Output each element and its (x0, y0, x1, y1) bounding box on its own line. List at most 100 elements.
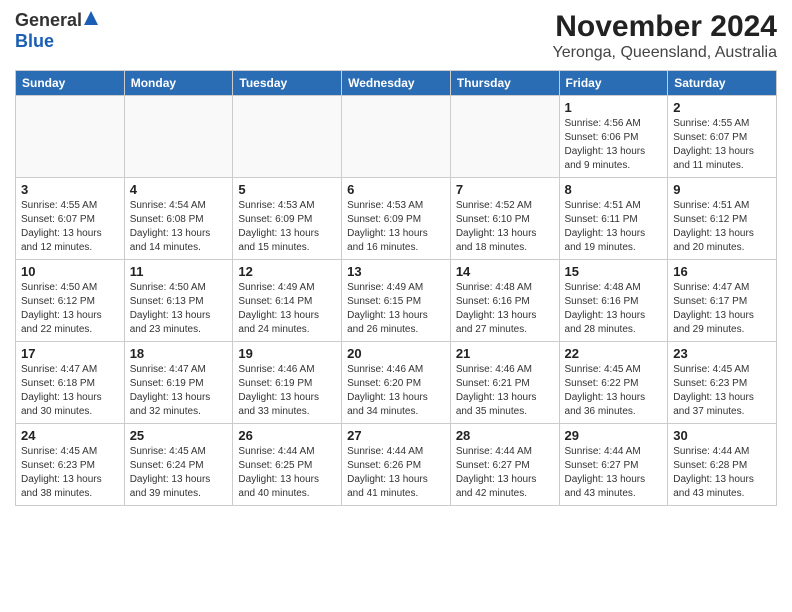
day-number: 3 (21, 182, 119, 197)
calendar-day-cell: 10 Sunrise: 4:50 AM Sunset: 6:12 PM Dayli… (16, 260, 125, 342)
day-number: 29 (565, 428, 663, 443)
calendar-week-row: 17 Sunrise: 4:47 AM Sunset: 6:18 PM Dayli… (16, 342, 777, 424)
day-detail: Sunrise: 4:50 AM Sunset: 6:12 PM Dayligh… (21, 281, 119, 337)
day-detail: Sunrise: 4:51 AM Sunset: 6:12 PM Dayligh… (673, 199, 771, 255)
header-friday: Friday (559, 71, 668, 96)
day-number: 26 (238, 428, 336, 443)
calendar-day-cell (16, 96, 125, 178)
day-detail: Sunrise: 4:45 AM Sunset: 6:24 PM Dayligh… (130, 445, 228, 501)
calendar-day-cell: 22 Sunrise: 4:45 AM Sunset: 6:22 PM Dayli… (559, 342, 668, 424)
day-detail: Sunrise: 4:49 AM Sunset: 6:15 PM Dayligh… (347, 281, 445, 337)
calendar-day-cell: 24Sunrise: 4:45 AM Sunset: 6:23 PM Dayli… (16, 424, 125, 506)
sub-title: Yeronga, Queensland, Australia (553, 44, 777, 62)
header-sunday: Sunday (16, 71, 125, 96)
day-number: 28 (456, 428, 554, 443)
day-detail: Sunrise: 4:55 AM Sunset: 6:07 PM Dayligh… (673, 117, 771, 173)
calendar-day-cell: 6Sunrise: 4:53 AM Sunset: 6:09 PM Daylig… (342, 178, 451, 260)
calendar-day-cell: 8Sunrise: 4:51 AM Sunset: 6:11 PM Daylig… (559, 178, 668, 260)
day-number: 23 (673, 346, 771, 361)
day-detail: Sunrise: 4:46 AM Sunset: 6:21 PM Dayligh… (456, 363, 554, 419)
day-detail: Sunrise: 4:47 AM Sunset: 6:19 PM Dayligh… (130, 363, 228, 419)
calendar-day-cell: 1Sunrise: 4:56 AM Sunset: 6:06 PM Daylig… (559, 96, 668, 178)
day-detail: Sunrise: 4:48 AM Sunset: 6:16 PM Dayligh… (565, 281, 663, 337)
calendar-day-cell: 2 Sunrise: 4:55 AM Sunset: 6:07 PM Daylig… (668, 96, 777, 178)
day-number: 13 (347, 264, 445, 279)
day-number: 27 (347, 428, 445, 443)
calendar-table: Sunday Monday Tuesday Wednesday Thursday… (15, 70, 777, 506)
logo-general: General (15, 10, 82, 31)
logo-blue: Blue (15, 31, 54, 51)
day-number: 25 (130, 428, 228, 443)
calendar-day-cell (450, 96, 559, 178)
calendar-day-cell (233, 96, 342, 178)
day-detail: Sunrise: 4:54 AM Sunset: 6:08 PM Dayligh… (130, 199, 228, 255)
header-wednesday: Wednesday (342, 71, 451, 96)
day-number: 14 (456, 264, 554, 279)
calendar-week-row: 24Sunrise: 4:45 AM Sunset: 6:23 PM Dayli… (16, 424, 777, 506)
day-number: 17 (21, 346, 119, 361)
day-detail: Sunrise: 4:53 AM Sunset: 6:09 PM Dayligh… (347, 199, 445, 255)
calendar-day-cell: 18 Sunrise: 4:47 AM Sunset: 6:19 PM Dayli… (124, 342, 233, 424)
calendar-day-cell: 28 Sunrise: 4:44 AM Sunset: 6:27 PM Dayli… (450, 424, 559, 506)
day-detail: Sunrise: 4:46 AM Sunset: 6:19 PM Dayligh… (238, 363, 336, 419)
main-title: November 2024 (553, 10, 777, 44)
header-monday: Monday (124, 71, 233, 96)
day-detail: Sunrise: 4:47 AM Sunset: 6:18 PM Dayligh… (21, 363, 119, 419)
day-number: 15 (565, 264, 663, 279)
day-detail: Sunrise: 4:52 AM Sunset: 6:10 PM Dayligh… (456, 199, 554, 255)
day-detail: Sunrise: 4:45 AM Sunset: 6:23 PM Dayligh… (673, 363, 771, 419)
day-number: 7 (456, 182, 554, 197)
page-header: General Blue November 2024 Yeronga, Quee… (15, 10, 777, 62)
day-number: 4 (130, 182, 228, 197)
day-detail: Sunrise: 4:50 AM Sunset: 6:13 PM Dayligh… (130, 281, 228, 337)
day-detail: Sunrise: 4:44 AM Sunset: 6:27 PM Dayligh… (565, 445, 663, 501)
day-detail: Sunrise: 4:48 AM Sunset: 6:16 PM Dayligh… (456, 281, 554, 337)
day-number: 16 (673, 264, 771, 279)
calendar-day-cell: 15 Sunrise: 4:48 AM Sunset: 6:16 PM Dayli… (559, 260, 668, 342)
header-saturday: Saturday (668, 71, 777, 96)
calendar-day-cell: 30 Sunrise: 4:44 AM Sunset: 6:28 PM Dayli… (668, 424, 777, 506)
day-number: 2 (673, 100, 771, 115)
day-number: 22 (565, 346, 663, 361)
day-detail: Sunrise: 4:46 AM Sunset: 6:20 PM Dayligh… (347, 363, 445, 419)
day-detail: Sunrise: 4:47 AM Sunset: 6:17 PM Dayligh… (673, 281, 771, 337)
calendar-week-row: 10 Sunrise: 4:50 AM Sunset: 6:12 PM Dayli… (16, 260, 777, 342)
calendar-day-cell: 20Sunrise: 4:46 AM Sunset: 6:20 PM Dayli… (342, 342, 451, 424)
calendar-day-cell: 29 Sunrise: 4:44 AM Sunset: 6:27 PM Dayli… (559, 424, 668, 506)
calendar-day-cell: 27 Sunrise: 4:44 AM Sunset: 6:26 PM Dayli… (342, 424, 451, 506)
day-number: 21 (456, 346, 554, 361)
calendar-day-cell: 23 Sunrise: 4:45 AM Sunset: 6:23 PM Dayli… (668, 342, 777, 424)
day-number: 11 (130, 264, 228, 279)
calendar-day-cell: 5Sunrise: 4:53 AM Sunset: 6:09 PM Daylig… (233, 178, 342, 260)
calendar-day-cell (124, 96, 233, 178)
calendar-day-cell: 21 Sunrise: 4:46 AM Sunset: 6:21 PM Dayli… (450, 342, 559, 424)
day-detail: Sunrise: 4:44 AM Sunset: 6:27 PM Dayligh… (456, 445, 554, 501)
day-number: 5 (238, 182, 336, 197)
day-number: 19 (238, 346, 336, 361)
day-detail: Sunrise: 4:44 AM Sunset: 6:26 PM Dayligh… (347, 445, 445, 501)
calendar-day-cell: 3Sunrise: 4:55 AM Sunset: 6:07 PM Daylig… (16, 178, 125, 260)
day-number: 9 (673, 182, 771, 197)
day-detail: Sunrise: 4:51 AM Sunset: 6:11 PM Dayligh… (565, 199, 663, 255)
header-tuesday: Tuesday (233, 71, 342, 96)
day-number: 10 (21, 264, 119, 279)
calendar-header-row: Sunday Monday Tuesday Wednesday Thursday… (16, 71, 777, 96)
day-number: 18 (130, 346, 228, 361)
day-detail: Sunrise: 4:44 AM Sunset: 6:28 PM Dayligh… (673, 445, 771, 501)
calendar-day-cell: 19 Sunrise: 4:46 AM Sunset: 6:19 PM Dayli… (233, 342, 342, 424)
day-number: 30 (673, 428, 771, 443)
calendar-day-cell: 26Sunrise: 4:44 AM Sunset: 6:25 PM Dayli… (233, 424, 342, 506)
calendar-day-cell: 9 Sunrise: 4:51 AM Sunset: 6:12 PM Daylig… (668, 178, 777, 260)
calendar-day-cell: 11 Sunrise: 4:50 AM Sunset: 6:13 PM Dayli… (124, 260, 233, 342)
calendar-week-row: 3Sunrise: 4:55 AM Sunset: 6:07 PM Daylig… (16, 178, 777, 260)
logo-icon (84, 11, 98, 30)
calendar-day-cell: 14 Sunrise: 4:48 AM Sunset: 6:16 PM Dayli… (450, 260, 559, 342)
logo: General Blue (15, 10, 98, 52)
calendar-day-cell: 13 Sunrise: 4:49 AM Sunset: 6:15 PM Dayli… (342, 260, 451, 342)
day-detail: Sunrise: 4:45 AM Sunset: 6:23 PM Dayligh… (21, 445, 119, 501)
page-container: General Blue November 2024 Yeronga, Quee… (0, 0, 792, 511)
day-detail: Sunrise: 4:45 AM Sunset: 6:22 PM Dayligh… (565, 363, 663, 419)
calendar-day-cell (342, 96, 451, 178)
day-detail: Sunrise: 4:49 AM Sunset: 6:14 PM Dayligh… (238, 281, 336, 337)
calendar-day-cell: 16 Sunrise: 4:47 AM Sunset: 6:17 PM Dayli… (668, 260, 777, 342)
